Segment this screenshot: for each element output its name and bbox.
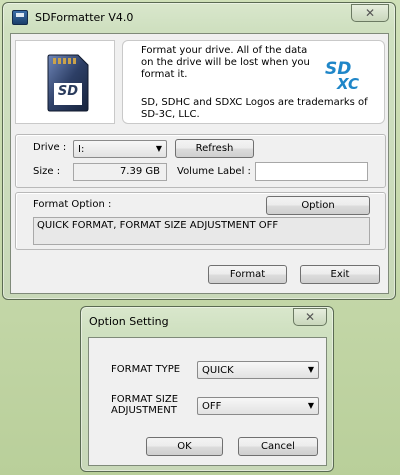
cancel-button[interactable]: Cancel [238, 437, 318, 456]
volume-label-input[interactable] [255, 162, 368, 181]
size-label: Size : [33, 166, 61, 177]
format-option-text: QUICK FORMAT, FORMAT SIZE ADJUSTMENT OFF [37, 220, 279, 231]
sd-card-panel: SD [15, 40, 115, 124]
ok-button[interactable]: OK [146, 437, 223, 456]
format-option-display: QUICK FORMAT, FORMAT SIZE ADJUSTMENT OFF [33, 217, 370, 245]
notice-panel: Format your drive. All of the data on th… [122, 40, 385, 124]
close-icon: ✕ [364, 6, 376, 20]
window-title: SDFormatter V4.0 [35, 11, 134, 24]
exit-button-label: Exit [330, 269, 350, 280]
format-size-value: OFF [202, 400, 222, 412]
option-close-button[interactable]: ✕ [293, 308, 327, 326]
option-dialog: Option Setting ✕ FORMAT TYPE QUICK ▼ FOR… [80, 306, 334, 472]
volume-label: Volume Label : [177, 166, 251, 177]
format-size-label-line-2: ADJUSTMENT [111, 405, 177, 416]
notice-line-2: on the drive will be lost when you [141, 57, 310, 68]
cancel-button-label: Cancel [261, 441, 295, 452]
close-button[interactable]: ✕ [351, 4, 389, 22]
trademark-text: SD, SDHC and SDXC Logos are trademarks o… [141, 97, 368, 121]
option-titlebar[interactable]: Option Setting ✕ [81, 307, 333, 335]
drive-label: Drive : [33, 142, 67, 153]
sd-card-icon: SD [46, 53, 90, 113]
notice-text: Format your drive. All of the data on th… [141, 45, 310, 81]
option-dialog-title: Option Setting [89, 315, 169, 328]
format-size-label-line-1: FORMAT SIZE [111, 394, 179, 405]
main-titlebar[interactable]: SDFormatter V4.0 ✕ [3, 3, 395, 31]
trademark-line-2: SD-3C, LLC. [141, 109, 200, 120]
sdxc-logo-xc: XC [337, 75, 360, 93]
exit-button[interactable]: Exit [300, 265, 380, 284]
trademark-line-1: SD, SDHC and SDXC Logos are trademarks o… [141, 97, 368, 108]
format-type-value: QUICK [202, 364, 234, 376]
option-button[interactable]: Option [266, 196, 370, 215]
app-icon [12, 10, 28, 25]
refresh-button[interactable]: Refresh [175, 139, 254, 158]
format-option-label: Format Option : [33, 199, 112, 210]
format-button[interactable]: Format [208, 265, 287, 284]
format-button-label: Format [229, 269, 266, 280]
drive-select-value: I: [78, 143, 85, 155]
dropdown-arrow-icon: ▼ [307, 401, 314, 410]
notice-line-3: format it. [141, 69, 188, 80]
size-value-box: 7.39 GB [73, 163, 167, 181]
drive-select[interactable]: I: ▼ [73, 140, 167, 158]
format-size-label: FORMAT SIZE ADJUSTMENT [111, 394, 178, 416]
size-value: 7.39 GB [119, 166, 160, 177]
sd-card-label: SD [57, 84, 79, 99]
dropdown-arrow-icon: ▼ [307, 365, 314, 374]
dropdown-arrow-icon: ▼ [155, 144, 162, 153]
main-window: SDFormatter V4.0 ✕ SD Format your drive.… [2, 2, 396, 300]
refresh-button-label: Refresh [195, 143, 234, 154]
main-content: SD Format your drive. All of the data on… [10, 33, 389, 294]
format-size-select[interactable]: OFF ▼ [197, 397, 319, 415]
format-type-select[interactable]: QUICK ▼ [197, 361, 319, 379]
notice-line-1: Format your drive. All of the data [141, 45, 308, 56]
option-button-label: Option [301, 200, 335, 211]
format-type-label: FORMAT TYPE [111, 364, 181, 375]
option-content: FORMAT TYPE QUICK ▼ FORMAT SIZE ADJUSTME… [88, 337, 327, 466]
close-icon: ✕ [304, 310, 316, 324]
ok-button-label: OK [177, 441, 192, 452]
sdxc-logo: SD XC [323, 59, 373, 93]
